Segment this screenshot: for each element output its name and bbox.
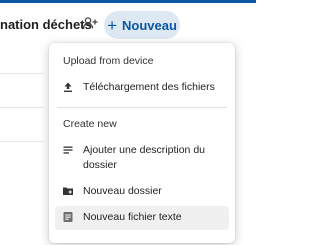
new-button[interactable]: + Nouveau — [104, 11, 180, 39]
menu-item-label: Téléchargement des fichiers — [83, 81, 215, 93]
share-user-icon[interactable] — [82, 16, 100, 30]
new-button-label: Nouveau — [122, 17, 177, 33]
list-divider — [0, 107, 44, 108]
list-divider — [0, 73, 44, 74]
list-divider — [0, 141, 44, 142]
text-file-icon — [62, 211, 74, 223]
text-lines-icon — [62, 144, 74, 156]
menu-item-label: Nouveau dossier — [83, 185, 162, 197]
new-item-menu: Upload from device Téléchargement des fi… — [49, 43, 235, 243]
menu-item-upload-files[interactable]: Téléchargement des fichiers — [55, 76, 229, 100]
folder-title: nation déchets — [0, 17, 92, 32]
upload-section-heading: Upload from device — [63, 55, 154, 67]
menu-separator — [57, 107, 227, 108]
folder-header: nation déchets + Nouveau — [0, 3, 256, 41]
menu-item-new-text-file[interactable]: Nouveau fichier texte — [55, 206, 229, 230]
menu-item-label: Nouveau fichier texte — [83, 211, 182, 223]
new-folder-icon — [62, 185, 74, 197]
upload-icon — [62, 81, 74, 93]
menu-item-label: Ajouter une description du dossier — [83, 144, 205, 171]
menu-item-add-description[interactable]: Ajouter une description du dossier — [55, 139, 229, 177]
plus-icon: + — [107, 15, 118, 35]
create-section-heading: Create new — [63, 118, 117, 130]
menu-item-new-folder[interactable]: Nouveau dossier — [55, 180, 229, 204]
